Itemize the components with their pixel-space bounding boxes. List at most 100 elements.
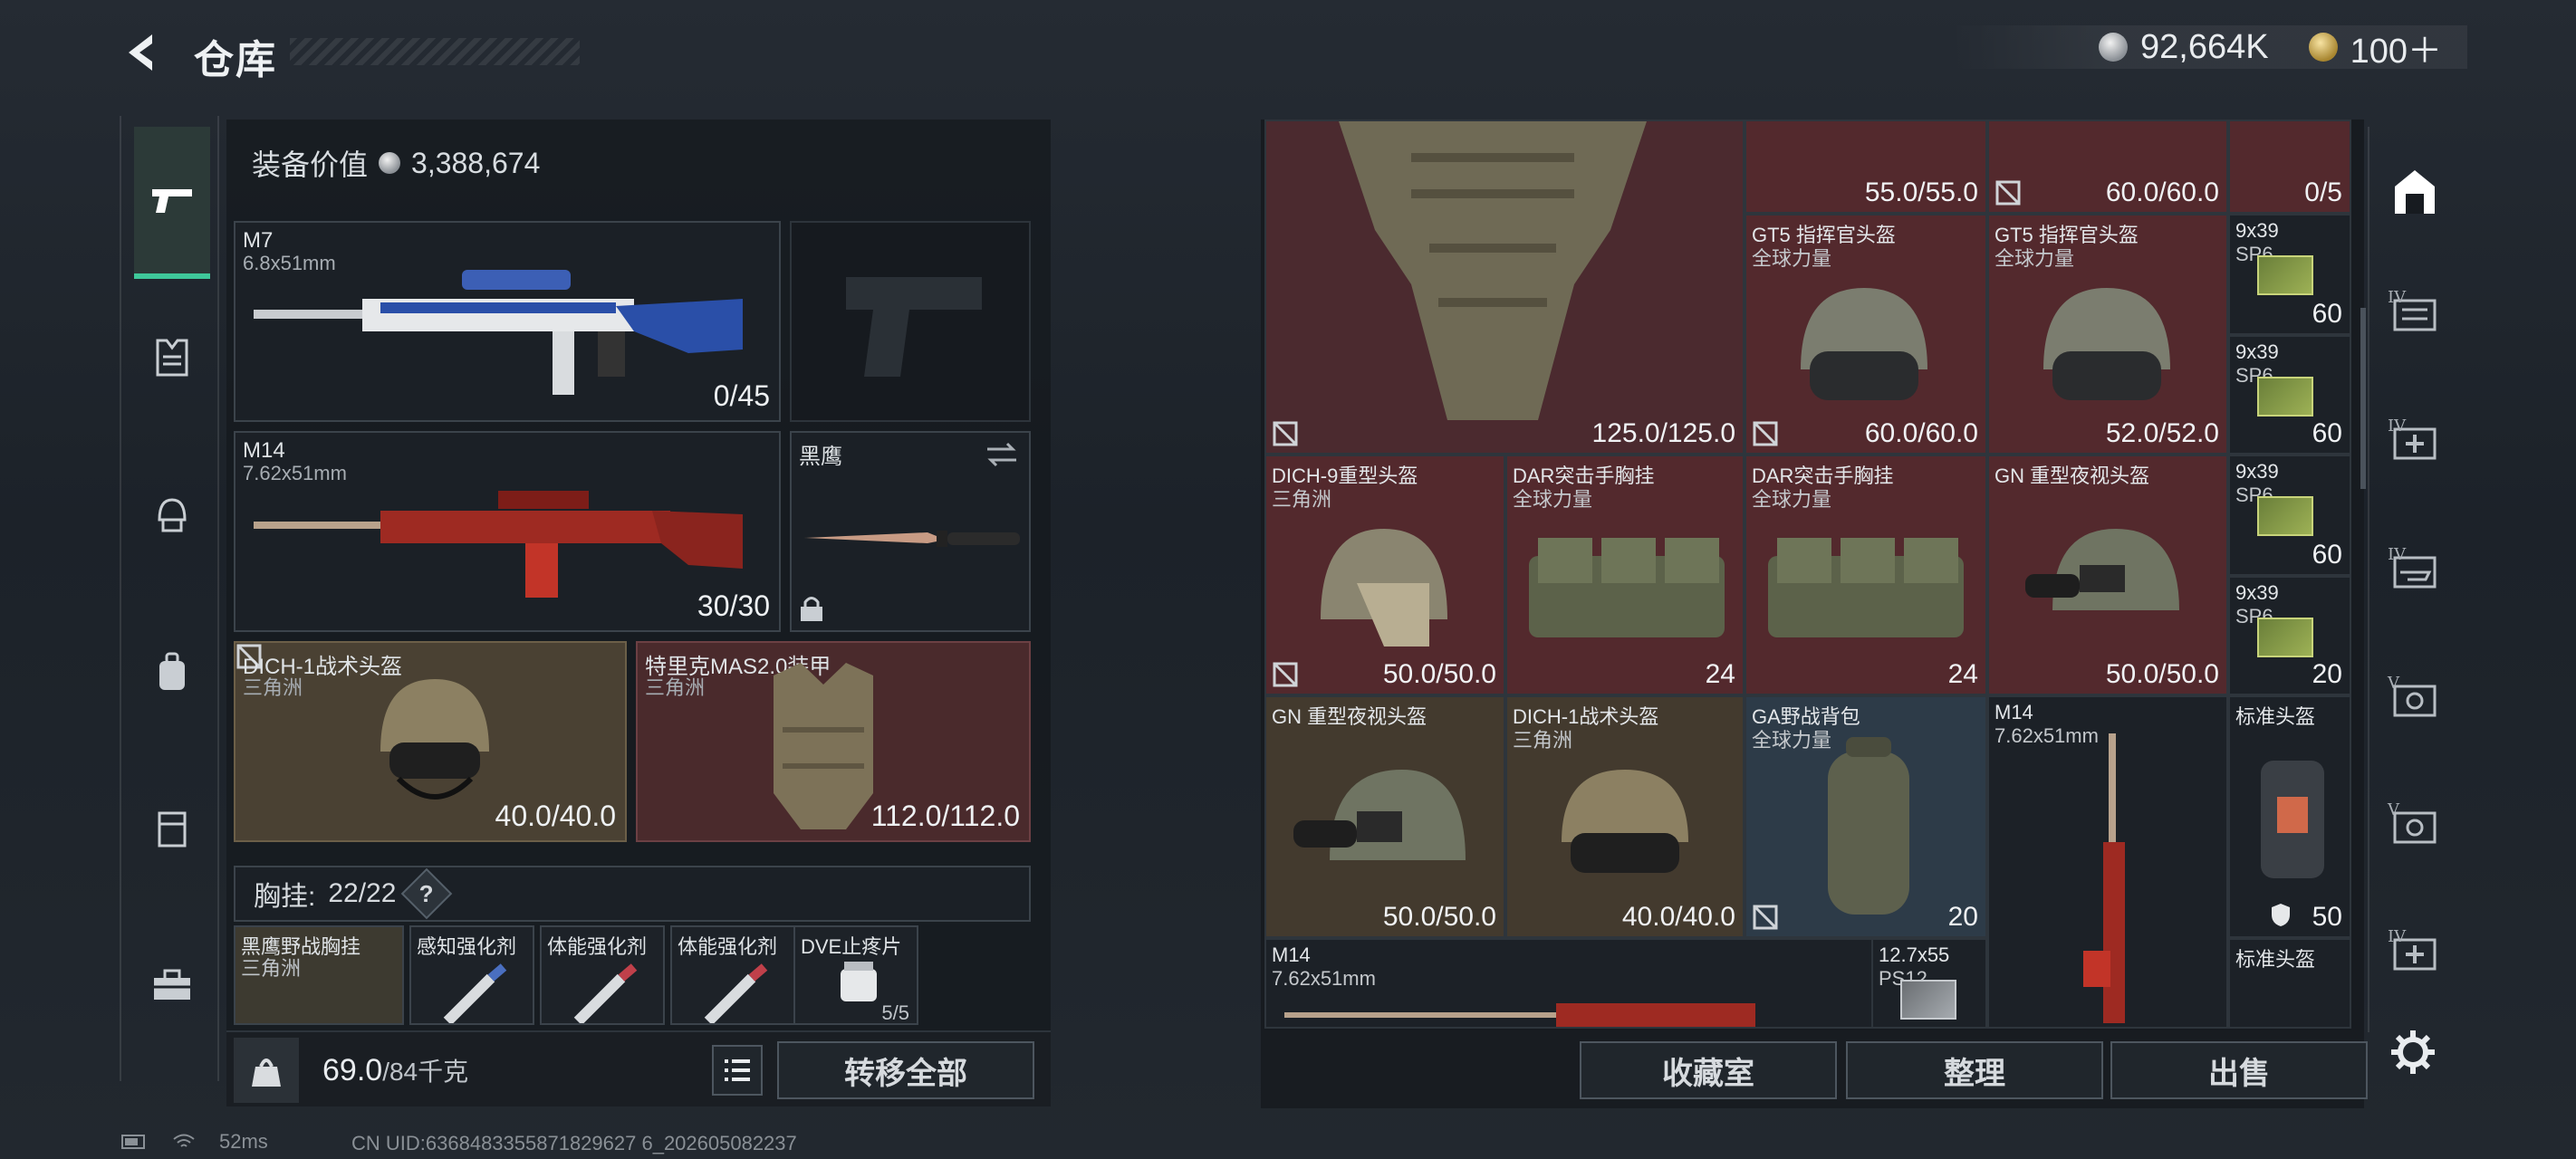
storage-item-ammo[interactable]: 9x39 SP6 60 bbox=[2228, 214, 2351, 335]
storage-item-helmet[interactable]: 标准头盔 bbox=[2228, 938, 2351, 1029]
category-cases[interactable] bbox=[134, 790, 210, 866]
chest-rig-icon bbox=[1529, 538, 1725, 637]
primary-weapon-slot[interactable]: M7 6.8x51mm 0/45 bbox=[234, 221, 781, 422]
helmet-case-icon bbox=[2261, 761, 2324, 878]
tab-expansion-2[interactable]: IV bbox=[2382, 409, 2447, 474]
rig-item[interactable]: 体能强化剂 bbox=[540, 925, 665, 1025]
storage-grid: 125.0/125.0 55.0/55.0 60.0/60.0 0/5 GT5 … bbox=[1264, 120, 2351, 1029]
storage-item-rig[interactable]: DAR突击手胸挂 全球力量 24 bbox=[1745, 455, 1987, 695]
weapon-name: M7 bbox=[243, 228, 274, 253]
rig-item[interactable]: 感知强化剂 bbox=[409, 925, 534, 1025]
status-bar: 52ms bbox=[121, 1130, 268, 1154]
page-title: 仓库 bbox=[194, 38, 277, 82]
storage-item-armor[interactable]: 125.0/125.0 bbox=[1264, 120, 1745, 455]
helmet-icon bbox=[1801, 288, 1927, 400]
help-button[interactable]: ? bbox=[401, 867, 453, 920]
storage-item-ammo[interactable]: 9x39 SP6 60 bbox=[2228, 455, 2351, 576]
rig-item[interactable]: 体能强化剂 bbox=[670, 925, 795, 1025]
storage-item-rig[interactable]: DAR突击手胸挂 全球力量 24 bbox=[1505, 455, 1745, 695]
ammo-box-icon bbox=[2257, 377, 2313, 417]
rifle-m14-icon bbox=[1284, 1003, 1755, 1027]
injector-icon bbox=[704, 963, 768, 1023]
rig-capacity: 22/22 bbox=[328, 878, 397, 908]
settings-button[interactable] bbox=[2384, 1023, 2442, 1081]
storage-item[interactable]: 60.0/60.0 bbox=[1987, 120, 2228, 214]
transfer-all-button[interactable]: 转移全部 bbox=[777, 1041, 1034, 1099]
pill-bottle-icon bbox=[841, 962, 877, 1001]
shield-icon bbox=[2272, 904, 2290, 926]
back-button[interactable] bbox=[116, 27, 170, 78]
rig-capacity-bar: 胸挂: 22/22 ? bbox=[234, 866, 1031, 922]
helmet-faction: 三角洲 bbox=[243, 676, 303, 699]
tab-expansion-5[interactable]: V bbox=[2382, 793, 2447, 858]
category-tools[interactable] bbox=[134, 947, 210, 1023]
storage-item-ammo[interactable]: 12.7x55 PS12 bbox=[1871, 938, 1987, 1029]
armor-icon bbox=[1339, 121, 1647, 420]
storage-item-backpack[interactable]: GA野战背包 全球力量 20 bbox=[1745, 695, 1987, 938]
rifle-m14-icon bbox=[2083, 733, 2125, 1023]
case-icon bbox=[158, 811, 187, 848]
tab-expansion-6[interactable]: IV bbox=[2382, 920, 2447, 985]
tab-expansion-1[interactable]: IV bbox=[2382, 281, 2447, 346]
storage-item-helmet[interactable]: GN 重型夜视头盔 50.0/50.0 bbox=[1987, 455, 2228, 695]
helmet-icon bbox=[380, 679, 489, 800]
gold-coin-icon bbox=[2308, 33, 2338, 62]
ammo-box-icon bbox=[1900, 980, 1956, 1020]
sort-button[interactable]: 整理 bbox=[1846, 1041, 2103, 1099]
list-icon bbox=[725, 1059, 750, 1081]
storage-item-helmet[interactable]: GN 重型夜视头盔 50.0/50.0 bbox=[1264, 695, 1505, 938]
gear-icon bbox=[2391, 1030, 2435, 1074]
helmet-slot[interactable]: DICH-1战术头盔 三角洲 40.0/40.0 bbox=[234, 641, 627, 842]
equipment-value-amount: 3,388,674 bbox=[411, 146, 541, 179]
chest-rig-icon bbox=[1768, 538, 1964, 637]
collection-room-button[interactable]: 收藏室 bbox=[1580, 1041, 1837, 1099]
category-rail bbox=[120, 116, 219, 1081]
storage-item-weapon[interactable]: M14 7.62x51mm bbox=[1987, 695, 2228, 1029]
primary-weapon-slot-2[interactable]: M14 7.62x51mm 30/30 bbox=[234, 431, 781, 632]
storage-icon bbox=[2395, 170, 2435, 214]
no-insure-icon bbox=[1273, 662, 1298, 687]
category-backpacks[interactable] bbox=[134, 634, 210, 710]
ammo-box-icon bbox=[2257, 496, 2313, 536]
back-arrow-icon bbox=[129, 34, 152, 71]
silver-amount: 92,664K bbox=[2140, 27, 2269, 66]
category-weapons[interactable] bbox=[134, 127, 210, 279]
secondary-weapon-slot[interactable] bbox=[790, 221, 1031, 422]
storage-item-helmet[interactable]: GT5 指挥官头盔 全球力量 52.0/52.0 bbox=[1987, 214, 2228, 455]
backpack-icon bbox=[1828, 737, 1909, 915]
category-helmets[interactable] bbox=[134, 476, 210, 552]
melee-slot[interactable]: 黑鹰 bbox=[790, 431, 1031, 632]
sell-button[interactable]: 出售 bbox=[2110, 1041, 2368, 1099]
no-insure-icon bbox=[1995, 180, 2021, 206]
rifle-m14-icon bbox=[254, 491, 743, 598]
storage-item-helmet[interactable]: GT5 指挥官头盔 全球力量 60.0/60.0 bbox=[1745, 214, 1987, 455]
night-vision-helmet-icon bbox=[1293, 770, 1466, 860]
tab-expansion-3[interactable]: IV bbox=[2382, 538, 2447, 603]
armor-slot[interactable]: 特里克MAS2.0装甲 三角洲 112.0/112.0 bbox=[636, 641, 1031, 842]
helmet-icon bbox=[1562, 770, 1688, 873]
swap-icon[interactable] bbox=[984, 440, 1020, 469]
storage-item-helmet[interactable]: DICH-9重型头盔 三角洲 50.0/50.0 bbox=[1264, 455, 1505, 695]
wifi-icon bbox=[173, 1134, 195, 1147]
storage-item[interactable]: 55.0/55.0 bbox=[1745, 120, 1987, 214]
tab-expansion-4[interactable]: V bbox=[2382, 666, 2447, 732]
storage-item-ammo[interactable]: 9x39 SP6 20 bbox=[2228, 576, 2351, 695]
storage-item-helmet[interactable]: 标准头盔 50 bbox=[2228, 695, 2351, 938]
ammo-count: 30/30 bbox=[697, 589, 770, 622]
rig-item[interactable]: DVE止疼片 5/5 bbox=[793, 925, 918, 1025]
list-view-button[interactable] bbox=[712, 1045, 763, 1096]
melee-name: 黑鹰 bbox=[799, 445, 842, 469]
rig-item[interactable]: 黑鹰野战胸挂 三角洲 bbox=[234, 925, 404, 1025]
equipment-value: 装备价值 3,388,674 bbox=[226, 127, 1033, 199]
injector-icon bbox=[443, 963, 507, 1023]
storage-item-ammo[interactable]: 9x39 SP6 60 bbox=[2228, 335, 2351, 455]
storage-item[interactable]: 0/5 bbox=[2228, 120, 2351, 214]
storage-item-helmet[interactable]: DICH-1战术头盔 三角洲 40.0/40.0 bbox=[1505, 695, 1745, 938]
helmet-icon bbox=[1321, 529, 1447, 647]
gold-amount[interactable]: 100＋ bbox=[2350, 23, 2442, 72]
storage-scrollbar[interactable] bbox=[2360, 308, 2366, 489]
tab-main-storage[interactable] bbox=[2382, 159, 2447, 225]
battery-icon bbox=[121, 1135, 145, 1149]
category-rigs[interactable] bbox=[134, 319, 210, 395]
pistol-placeholder-icon bbox=[846, 277, 982, 377]
